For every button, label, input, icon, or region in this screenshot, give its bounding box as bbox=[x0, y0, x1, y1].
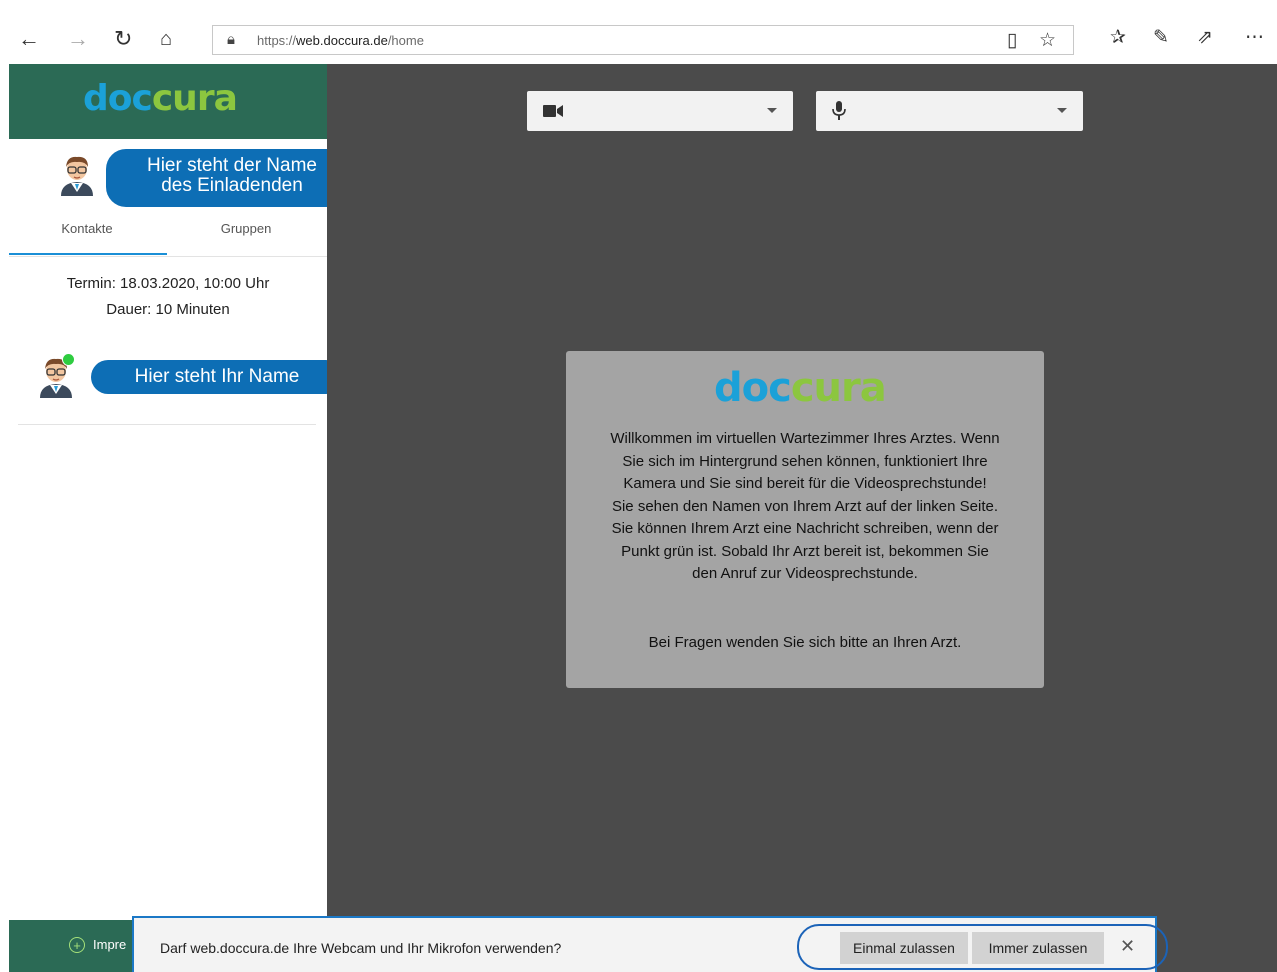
url-prefix: https:// bbox=[257, 33, 297, 48]
microphone-select[interactable] bbox=[816, 91, 1083, 131]
doccura-logo: doccura bbox=[714, 365, 887, 411]
inviter-name-line1: Hier steht der Name bbox=[146, 155, 317, 176]
own-name-bubble: Hier steht Ihr Name bbox=[91, 360, 343, 394]
active-tab-indicator bbox=[9, 253, 167, 255]
brand-header: doccura bbox=[9, 64, 327, 139]
url-domain: web.doccura.de bbox=[296, 33, 388, 48]
refresh-icon[interactable]: ↻ bbox=[114, 26, 132, 52]
sidebar: doccura Hier steht der Name des Einladen… bbox=[9, 64, 358, 972]
chevron-down-icon bbox=[767, 108, 777, 113]
logo-cura-text: cura bbox=[790, 365, 887, 411]
welcome-footer-text: Bei Fragen wenden Sie sich bitte an Ihre… bbox=[648, 634, 962, 651]
allow-once-button[interactable]: Einmal zulassen bbox=[840, 932, 968, 964]
doccura-logo: doccura bbox=[83, 78, 238, 119]
sidebar-tabs: Kontakte Gruppen bbox=[9, 214, 327, 257]
url-text[interactable]: https://web.doccura.de/home bbox=[257, 33, 424, 48]
welcome-message: Willkommen im virtuellen Wartezimmer Ihr… bbox=[610, 430, 1000, 582]
online-status-dot bbox=[62, 353, 75, 366]
logo-doc-text: doc bbox=[83, 78, 153, 119]
inviter-avatar bbox=[61, 156, 93, 196]
permission-question: Darf web.doccura.de Ihre Webcam und Ihr … bbox=[160, 940, 562, 956]
inviter-name-line2: des Einladenden bbox=[161, 175, 303, 196]
microphone-icon bbox=[832, 101, 846, 120]
home-icon[interactable]: ⌂ bbox=[160, 26, 172, 52]
inviter-name-bubble: Hier steht der Name des Einladenden bbox=[106, 149, 358, 207]
allow-always-button[interactable]: Immer zulassen bbox=[972, 932, 1104, 964]
forward-arrow-icon[interactable]: → bbox=[67, 26, 89, 52]
welcome-card: doccura Willkommen im virtuellen Wartezi… bbox=[566, 351, 1044, 688]
pen-icon[interactable]: ✎ bbox=[1153, 27, 1169, 49]
logo-cura-text: cura bbox=[151, 78, 238, 119]
tab-kontakte[interactable]: Kontakte bbox=[12, 221, 162, 236]
browser-toolbar: ← → ↻ ⌂ 🔒︎ https://web.doccura.de/home ▯… bbox=[0, 0, 1277, 64]
favorite-star-icon[interactable]: ☆ bbox=[1039, 29, 1056, 52]
back-arrow-icon[interactable]: ← bbox=[18, 26, 40, 52]
camera-select[interactable] bbox=[527, 91, 793, 131]
video-area: doccura Willkommen im virtuellen Wartezi… bbox=[327, 64, 1277, 972]
plus-circle-icon[interactable]: + bbox=[69, 937, 85, 953]
chevron-down-icon bbox=[1057, 108, 1067, 113]
favorites-list-icon[interactable]: ✰ bbox=[1110, 27, 1126, 49]
video-camera-icon bbox=[543, 105, 563, 117]
share-icon[interactable]: ⇗ bbox=[1197, 27, 1213, 49]
more-icon[interactable]: ⋯ bbox=[1245, 27, 1264, 49]
appointment-date: Termin: 18.03.2020, 10:00 Uhr bbox=[66, 275, 270, 292]
url-path: /home bbox=[387, 33, 424, 48]
reading-view-icon[interactable]: ▯ bbox=[1007, 29, 1017, 52]
logo-doc-text: doc bbox=[714, 365, 792, 411]
appointment-duration: Dauer: 10 Minuten bbox=[106, 301, 230, 318]
contact-divider bbox=[18, 424, 316, 425]
address-bar[interactable]: 🔒︎ https://web.doccura.de/home ▯ ☆ bbox=[212, 25, 1074, 55]
close-icon[interactable]: ✕ bbox=[1120, 936, 1135, 957]
lock-icon: 🔒︎ bbox=[227, 31, 235, 48]
impressum-link[interactable]: Impre bbox=[93, 937, 126, 952]
tab-gruppen[interactable]: Gruppen bbox=[171, 221, 321, 236]
